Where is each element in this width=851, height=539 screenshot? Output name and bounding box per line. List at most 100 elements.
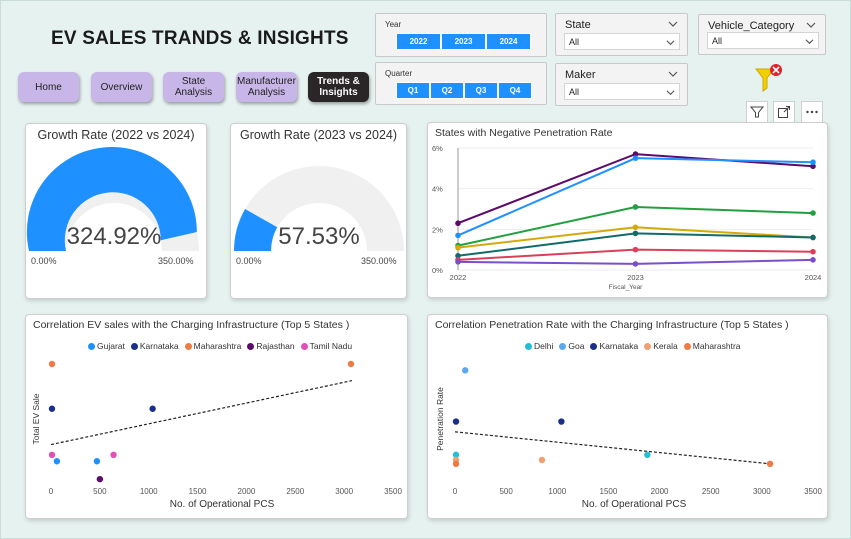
scatter-point[interactable] [93, 458, 101, 465]
quarter-slicer-label: Quarter [385, 69, 413, 78]
x-tick-label: 1500 [189, 487, 207, 496]
ev-sales-correlation-card: Correlation EV sales with the Charging I… [25, 314, 408, 519]
series-line [457, 157, 814, 237]
y-tick-label: 6% [432, 144, 443, 153]
scatter-point[interactable] [149, 405, 156, 412]
growth-rate-2023-2024-card: Growth Rate (2023 vs 2024) 57.53% 0.00% … [230, 123, 407, 299]
quarter-chips: Q1 Q2 Q3 Q4 [396, 82, 532, 99]
y-tick-label: 0% [432, 266, 443, 275]
gauge2-max: 350.00% [361, 256, 397, 266]
x-axis-label: Fiscal_Year [609, 284, 644, 291]
series-point[interactable] [810, 210, 816, 216]
scatter2-chart: 0 500 1000 1500 2000 2500 3000 3500 No. of Opera… [435, 367, 822, 510]
quarter-chip-q4[interactable]: Q4 [498, 82, 532, 99]
series-point[interactable] [455, 232, 461, 239]
maker-dropdown: Maker All [555, 63, 688, 106]
series-point[interactable] [632, 230, 639, 237]
x-tick-label: 500 [93, 487, 107, 496]
x-tick-label: 3000 [335, 487, 353, 496]
gauge1-value: 324.92% [66, 223, 162, 250]
vehicle-category-dropdown: Vehicle_Category All [698, 14, 826, 55]
chevron-down-icon[interactable] [806, 20, 816, 30]
x-tick-label: 2000 [651, 487, 669, 496]
gauge1-max: 350.00% [158, 256, 194, 266]
x-tick-label: 2024 [805, 273, 822, 282]
scatter-point[interactable] [48, 451, 56, 459]
year-chip-2024[interactable]: 2024 [486, 33, 531, 50]
series-point[interactable] [810, 257, 816, 263]
growth-rate-2022-2024-card: Growth Rate (2022 vs 2024) 324.92% 0.00%… [25, 123, 207, 299]
series-point[interactable] [810, 234, 816, 241]
x-tick-label: 1500 [600, 487, 618, 496]
y-axis-label: Penetration Rate [435, 387, 445, 451]
dashboard-canvas: EV SALES TRANDS & INSIGHTS Home Overview… [0, 0, 851, 539]
scatter-point[interactable] [53, 458, 61, 465]
nav-overview-button[interactable]: Overview [91, 72, 152, 102]
year-slicer-label: Year [385, 20, 402, 29]
series-point[interactable] [810, 248, 816, 255]
year-chip-2023[interactable]: 2023 [441, 33, 486, 50]
x-tick-label: 3500 [804, 487, 822, 496]
series-point[interactable] [810, 159, 816, 166]
series-point[interactable] [455, 244, 461, 251]
chevron-down-icon[interactable] [668, 69, 678, 79]
scatter-point[interactable] [48, 405, 56, 412]
chevron-down-icon[interactable] [668, 19, 678, 29]
scatter-point[interactable] [452, 460, 460, 467]
trendline [454, 431, 771, 465]
series-point[interactable] [455, 220, 461, 227]
series-point[interactable] [632, 155, 639, 161]
series-point[interactable] [632, 246, 639, 253]
vehicle-category-dropdown-value: All [712, 35, 723, 46]
nav-state-analysis-button[interactable]: State Analysis [163, 72, 224, 102]
state-dropdown-box[interactable]: All [564, 33, 680, 50]
x-tick-label: 2022 [450, 273, 467, 282]
quarter-chip-q2[interactable]: Q2 [430, 82, 464, 99]
x-tick-label: 2500 [702, 487, 720, 496]
scatter-point[interactable] [110, 451, 117, 459]
scatter-point[interactable] [462, 367, 469, 374]
maker-dropdown-box[interactable]: All [564, 83, 680, 100]
scatter-point[interactable] [644, 451, 651, 459]
quarter-chip-q1[interactable]: Q1 [396, 82, 430, 99]
state-dropdown-label: State [565, 19, 591, 31]
chevron-down-icon [805, 39, 814, 45]
gauge2-chart [234, 165, 404, 251]
gauge1-min: 0.00% [31, 256, 57, 266]
scatter-point[interactable] [96, 475, 104, 483]
series-point[interactable] [632, 224, 639, 231]
x-tick-label: 2500 [286, 487, 304, 496]
nav-manufacturer-analysis-button[interactable]: Manufacturer Analysis [236, 72, 297, 102]
gauge1-chart [26, 147, 199, 251]
series-point[interactable] [632, 261, 639, 267]
scatter-point[interactable] [347, 360, 355, 368]
quarter-slicer: Quarter Q1 Q2 Q3 Q4 [375, 62, 547, 105]
year-chip-2022[interactable]: 2022 [396, 33, 441, 50]
trendline [50, 380, 353, 446]
x-tick-label: 2000 [238, 487, 256, 496]
x-tick-label: 0 [49, 487, 54, 496]
series-point[interactable] [455, 259, 461, 265]
gauge2-min: 0.00% [236, 256, 262, 266]
vehicle-category-dropdown-box[interactable]: All [707, 32, 819, 49]
filter-icon[interactable] [746, 101, 768, 123]
filter-clear-icon[interactable] [753, 63, 785, 93]
x-tick-label: 0 [453, 487, 458, 496]
scatter-point[interactable] [452, 418, 460, 425]
quarter-chip-q3[interactable]: Q3 [464, 82, 498, 99]
nav-trends-insights-button[interactable]: Trends & Insights [308, 72, 369, 102]
state-dropdown: State All [555, 13, 688, 56]
scatter-point[interactable] [766, 460, 774, 467]
scatter-point[interactable] [538, 456, 546, 464]
y-tick-label: 2% [432, 225, 443, 234]
scatter1-chart: 0 500 1000 1500 2000 2500 3000 3500 No. of Opera… [31, 360, 402, 510]
focus-mode-icon[interactable] [773, 101, 795, 123]
more-options-icon[interactable] [801, 101, 823, 123]
nav-home-button[interactable]: Home [18, 72, 79, 102]
chevron-down-icon [666, 40, 675, 46]
scatter-point[interactable] [558, 418, 565, 425]
series-point[interactable] [632, 204, 639, 210]
scatter-point[interactable] [48, 360, 56, 368]
page-title: EV SALES TRANDS & INSIGHTS [51, 28, 349, 49]
x-tick-label: 3000 [753, 487, 771, 496]
